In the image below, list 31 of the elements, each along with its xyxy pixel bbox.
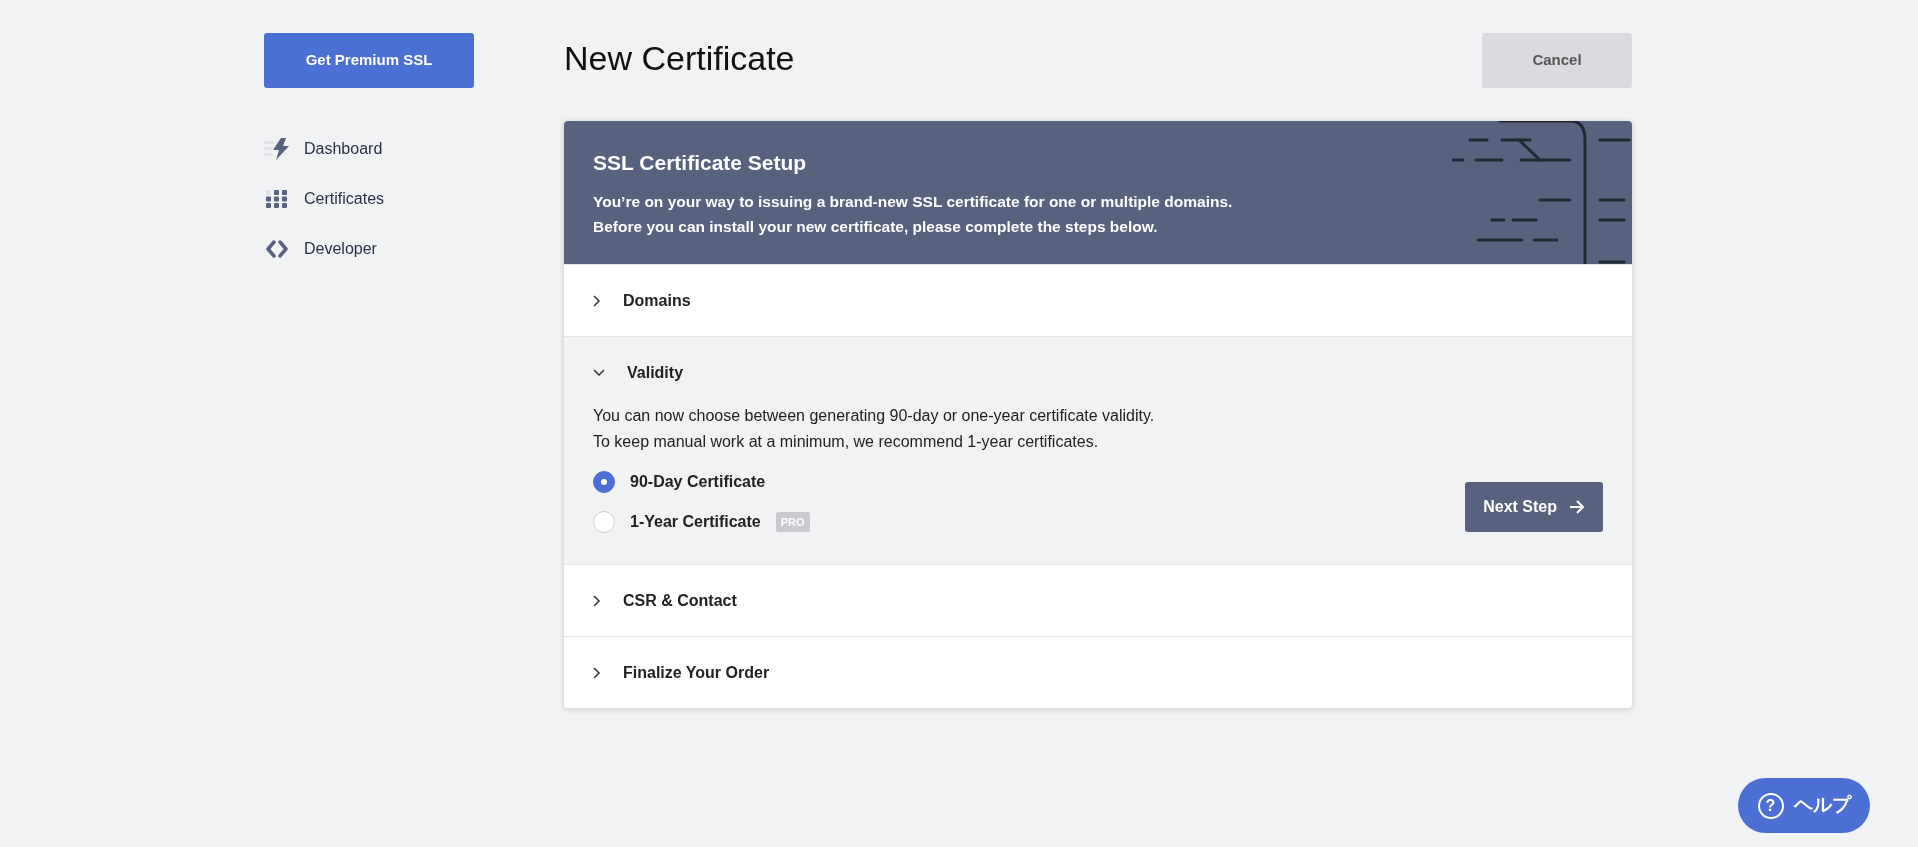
premium-ssl-button[interactable]: Get Premium SSL	[264, 33, 474, 88]
chevron-right-icon	[593, 666, 601, 679]
radio-button[interactable]	[593, 511, 615, 533]
option-label[interactable]: 90-Day Certificate	[630, 470, 766, 494]
banner-title: SSL Certificate Setup	[593, 150, 808, 176]
step-header[interactable]: Validity	[564, 337, 1632, 408]
sidebar-item[interactable]: Certificates	[264, 181, 564, 217]
help-icon: ?	[1757, 792, 1784, 819]
description-text: You can now choose between generating 90-day or one-year certificate validity.	[593, 406, 1155, 426]
chevron-right-icon	[593, 594, 601, 607]
step-header[interactable]: Domains	[564, 265, 1632, 336]
banner-text: You’re on your way to issuing a brand-new SSL certificate for one or multiple domains.	[593, 191, 1233, 212]
chevron-right-icon	[593, 294, 601, 307]
next-step-button[interactable]: Next Step	[1465, 482, 1603, 532]
page-title: New Certificate	[564, 38, 795, 79]
help-button[interactable]: ? ヘルプ	[1738, 778, 1870, 833]
step-header[interactable]: Finalize Your Order	[564, 637, 1632, 708]
cancel-button[interactable]: Cancel	[1482, 33, 1632, 88]
code-brackets-icon	[264, 240, 290, 258]
help-label: ヘルプ	[1793, 793, 1851, 818]
option-label[interactable]: 1-Year Certificate	[630, 510, 761, 534]
arrow-right-icon	[1569, 500, 1585, 514]
chevron-down-icon	[593, 368, 605, 377]
banner-text: Before you can install your new certificate, please complete the steps below.	[593, 216, 1159, 237]
sidebar-item[interactable]: Dashboard	[264, 131, 564, 167]
grid-icon	[264, 190, 290, 208]
lightning-icon	[264, 138, 290, 160]
radio-button[interactable]	[593, 471, 615, 493]
sidebar-item[interactable]: Developer	[264, 231, 564, 267]
description-text: To keep manual work at a minimum, we recommend 1-year certificates.	[593, 432, 1100, 452]
step-header[interactable]: CSR & Contact	[564, 565, 1632, 636]
